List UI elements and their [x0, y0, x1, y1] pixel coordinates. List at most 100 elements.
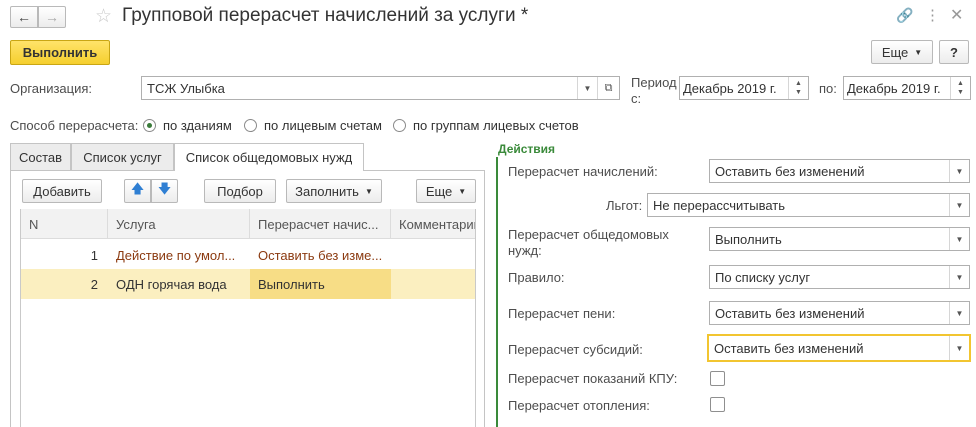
move-up-button[interactable]: 🡅: [124, 179, 151, 203]
row-n: 2: [90, 276, 98, 292]
period-from-field[interactable]: Декабрь 2019 г. ▲ ▼: [679, 76, 809, 100]
method-radio-groups[interactable]: [393, 119, 406, 132]
back-button[interactable]: ←: [10, 6, 38, 28]
subsidy-select[interactable]: Оставить без изменений ▼: [707, 334, 971, 362]
table-row[interactable]: 1 Действие по умол... Оставить без изме.…: [21, 240, 475, 270]
benefits-value: Не перерассчитывать: [653, 197, 786, 213]
penalty-label: Перерасчет пени:: [508, 306, 616, 321]
benefits-dropdown-button[interactable]: ▼: [949, 194, 969, 216]
row-recalc: Выполнить: [250, 269, 391, 299]
rule-dropdown-button[interactable]: ▼: [949, 266, 969, 288]
link-icon[interactable]: 🔗: [896, 7, 913, 24]
accruals-dropdown-button[interactable]: ▼: [949, 160, 969, 182]
chevron-down-icon: ▼: [583, 83, 592, 93]
chevron-down-icon: ▼: [955, 234, 964, 244]
period-to-stepper[interactable]: ▲ ▼: [950, 77, 970, 99]
fill-label: Заполнить: [295, 183, 359, 199]
odn-value: Выполнить: [715, 231, 782, 247]
more-button[interactable]: Еще ▼: [871, 40, 933, 64]
row-recalc: Оставить без изме...: [258, 247, 383, 263]
arrow-up-icon: 🡅: [130, 181, 145, 196]
row-service: Действие по умол...: [116, 247, 236, 263]
method-option-groups[interactable]: по группам лицевых счетов: [413, 118, 579, 133]
org-dropdown-button[interactable]: ▼: [577, 77, 597, 99]
chevron-down-icon: ▼: [955, 272, 964, 282]
period-to-field[interactable]: Декабрь 2019 г. ▲ ▼: [843, 76, 971, 100]
benefits-select[interactable]: Не перерассчитывать ▼: [647, 193, 970, 217]
tab-common-needs[interactable]: Список общедомовых нужд: [174, 143, 364, 171]
forward-button[interactable]: →: [38, 6, 66, 28]
kpu-checkbox[interactable]: [710, 371, 725, 386]
period-label-from: с:: [631, 91, 642, 106]
chevron-down-icon: ▼: [795, 89, 802, 96]
arrow-down-icon: 🡇: [157, 181, 172, 196]
chevron-down-icon: ▼: [955, 308, 964, 318]
rule-select[interactable]: По списку услуг ▼: [709, 265, 970, 289]
more-vertical-icon[interactable]: ⋮: [925, 6, 940, 24]
chevron-down-icon: ▼: [364, 186, 373, 196]
subsidy-value: Оставить без изменений: [714, 340, 864, 356]
tab-services[interactable]: Список услуг: [71, 143, 174, 170]
more-label: Еще: [881, 44, 909, 60]
row-comment: [391, 269, 475, 299]
chevron-down-icon: ▼: [458, 186, 467, 196]
fill-button[interactable]: Заполнить ▼: [286, 179, 382, 203]
accruals-label: Перерасчет начислений:: [508, 164, 658, 179]
rule-label: Правило:: [508, 270, 565, 285]
chevron-down-icon: ▼: [955, 166, 964, 176]
period-from-stepper[interactable]: ▲ ▼: [788, 77, 808, 99]
org-value: ТСЖ Улыбка: [147, 80, 225, 96]
method-radio-accounts[interactable]: [244, 119, 257, 132]
help-button[interactable]: ?: [939, 40, 969, 64]
table-more-button[interactable]: Еще ▼: [416, 179, 476, 203]
table-row[interactable]: 2 ОДН горячая вода Выполнить: [21, 269, 475, 299]
accruals-select[interactable]: Оставить без изменений ▼: [709, 159, 970, 183]
tab-composition[interactable]: Состав: [10, 143, 71, 170]
method-option-accounts[interactable]: по лицевым счетам: [264, 118, 382, 133]
period-label: Период: [631, 75, 677, 90]
heating-label: Перерасчет отопления:: [508, 398, 650, 413]
odn-dropdown-button[interactable]: ▼: [949, 228, 969, 250]
odn-label: Перерасчет общедомовых: [508, 227, 669, 242]
subsidy-label: Перерасчет субсидий:: [508, 342, 643, 357]
rule-value: По списку услуг: [715, 269, 811, 285]
row-service: ОДН горячая вода: [116, 276, 227, 292]
org-label: Организация:: [10, 81, 93, 96]
period-from-value: Декабрь 2019 г.: [683, 80, 777, 96]
org-open-button[interactable]: ⧉: [597, 77, 619, 99]
add-button[interactable]: Добавить: [22, 179, 102, 203]
penalty-value: Оставить без изменений: [715, 305, 865, 321]
method-option-buildings[interactable]: по зданиям: [163, 118, 232, 133]
penalty-dropdown-button[interactable]: ▼: [949, 302, 969, 324]
odn-label-cont: нужд:: [508, 243, 542, 258]
chevron-down-icon: ▼: [955, 200, 964, 210]
row-comment: [391, 240, 475, 270]
chevron-down-icon: ▼: [914, 47, 923, 57]
execute-button[interactable]: Выполнить: [10, 40, 110, 65]
period-to-label: по:: [819, 81, 837, 96]
accruals-value: Оставить без изменений: [715, 163, 865, 179]
move-down-button[interactable]: 🡇: [151, 179, 178, 203]
penalty-select[interactable]: Оставить без изменений ▼: [709, 301, 970, 325]
chevron-up-icon: ▲: [957, 80, 964, 87]
col-header-comment[interactable]: Комментарий: [391, 209, 475, 239]
favorite-star-icon[interactable]: ☆: [95, 5, 112, 28]
actions-title: Действия: [498, 142, 556, 156]
subsidy-dropdown-button[interactable]: ▼: [949, 336, 969, 360]
chevron-down-icon: ▼: [955, 343, 964, 353]
col-header-recalc[interactable]: Перерасчет начис...: [250, 209, 391, 239]
select-button[interactable]: Подбор: [204, 179, 276, 203]
org-field[interactable]: ТСЖ Улыбка ▼ ⧉: [141, 76, 620, 100]
chevron-down-icon: ▼: [957, 89, 964, 96]
close-icon[interactable]: ✕: [950, 5, 963, 25]
method-label: Способ перерасчета:: [10, 118, 139, 133]
col-header-service[interactable]: Услуга: [108, 209, 250, 239]
chevron-up-icon: ▲: [795, 80, 802, 87]
period-to-value: Декабрь 2019 г.: [847, 80, 941, 96]
odn-select[interactable]: Выполнить ▼: [709, 227, 970, 251]
method-radio-buildings[interactable]: [143, 119, 156, 132]
col-header-n[interactable]: N: [21, 209, 108, 239]
arrow-left-icon: ←: [17, 9, 31, 25]
table-more-label: Еще: [425, 183, 453, 199]
heating-checkbox[interactable]: [710, 397, 725, 412]
